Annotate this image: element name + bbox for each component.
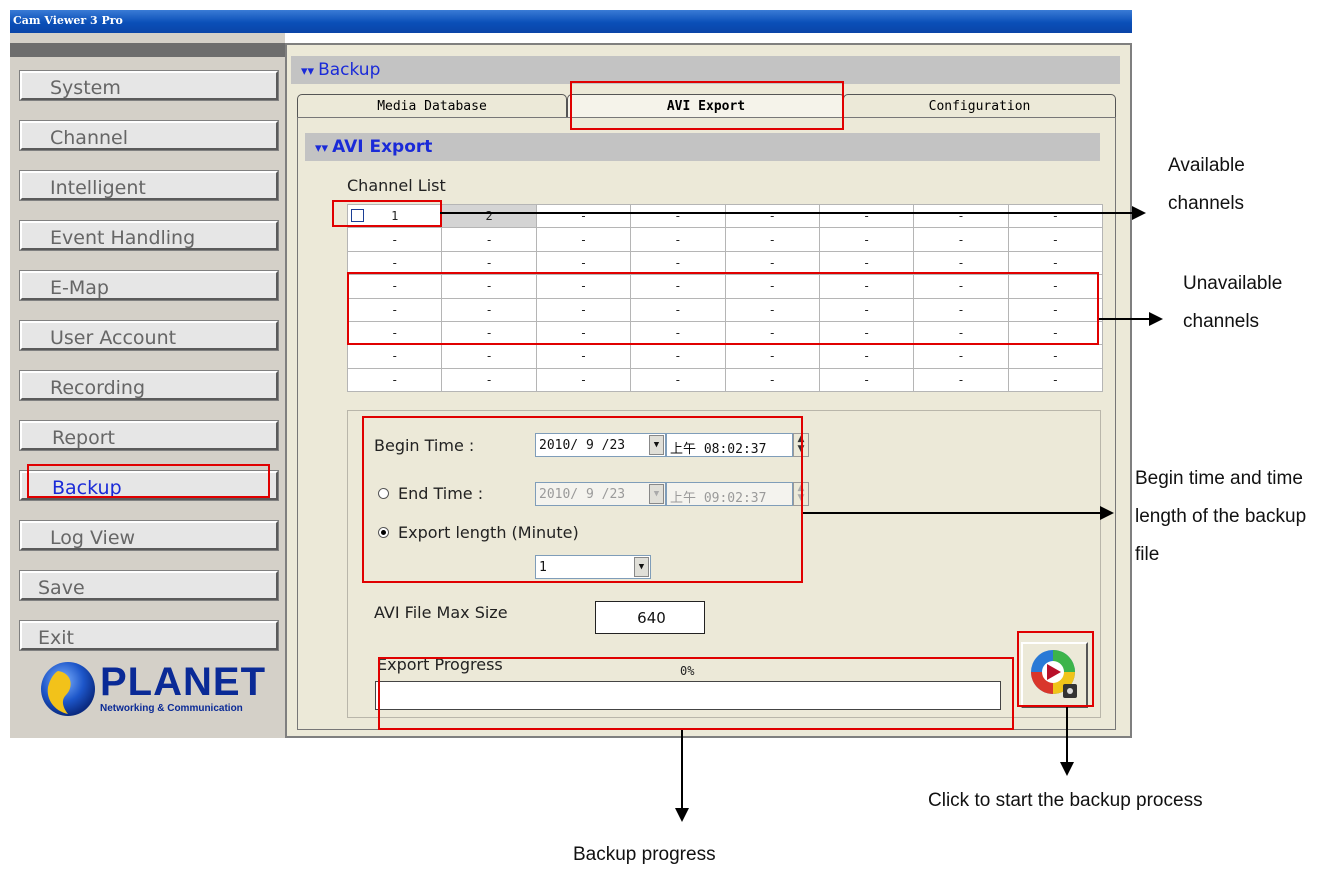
channel-row: -------- (346, 367, 1104, 393)
backup-header: ▾▾ Backup (291, 56, 1120, 84)
sidebar-item-channel[interactable]: Channel (19, 120, 279, 151)
sidebar-item-label: Channel (50, 127, 129, 149)
channel-cell[interactable]: - (630, 344, 726, 369)
section-marker-icon: ▾▾ (315, 141, 329, 156)
channel-cell[interactable]: - (535, 227, 632, 252)
channel-cell[interactable]: - (630, 227, 726, 252)
note-unavailable-channels: Unavailable channels (1183, 273, 1283, 332)
sidebar-item-label: Intelligent (50, 177, 146, 199)
tab-label: Configuration (928, 99, 1031, 114)
channel-cell[interactable]: - (913, 203, 1009, 229)
sidebar-item-label: Report (52, 427, 115, 449)
sidebar-item-system[interactable]: System (19, 70, 279, 101)
sidebar-item-label: Recording (50, 377, 146, 399)
channel-cell[interactable]: - (441, 344, 537, 369)
highlight-available-channel (332, 200, 442, 227)
section-marker-icon: ▾▾ (301, 64, 315, 79)
sidebar-item-exit[interactable]: Exit (19, 620, 279, 651)
arrow-line-start (1066, 707, 1068, 762)
sidebar-item-user-account[interactable]: User Account (19, 320, 279, 351)
channel-row: 12------ (346, 203, 1104, 229)
sidebar-item-label: Exit (38, 627, 74, 649)
channel-cell[interactable]: - (724, 344, 820, 369)
sidebar-top-strip (10, 43, 285, 57)
channel-cell[interactable]: - (724, 227, 820, 252)
sidebar-item-log-view[interactable]: Log View (19, 520, 279, 551)
channel-cell[interactable]: - (441, 227, 537, 252)
logo-brand: PLANET (100, 660, 266, 704)
sidebar-item-label: User Account (50, 327, 177, 349)
arrow-right-icon (1132, 206, 1146, 220)
tab-label: Media Database (377, 99, 487, 114)
sidebar-item-recording[interactable]: Recording (19, 370, 279, 401)
channel-cell[interactable]: - (346, 344, 443, 369)
sidebar-item-e-map[interactable]: E-Map (19, 270, 279, 301)
arrow-down-icon (675, 808, 689, 822)
planet-logo: PLANET Networking & Communication (38, 659, 268, 719)
note-backup-progress: Backup progress (573, 844, 716, 865)
sidebar: System Channel Intelligent Event Handlin… (10, 33, 285, 738)
highlight-progress (378, 657, 1014, 730)
channel-row: -------- (346, 227, 1104, 252)
sidebar-item-event-handling[interactable]: Event Handling (19, 220, 279, 251)
subsection-title: AVI Export (332, 137, 433, 157)
section-title: Backup (318, 60, 381, 80)
sidebar-item-label: System (50, 77, 121, 99)
sidebar-item-report[interactable]: Report (19, 420, 279, 451)
avi-max-size-label: AVI File Max Size (374, 603, 508, 622)
channel-cell[interactable]: - (1007, 367, 1104, 393)
avi-max-size-input[interactable]: 640 (595, 601, 705, 634)
note-time-settings: Begin time and time length of the backup… (1135, 468, 1307, 565)
note-available-channels: Available channels (1168, 155, 1245, 214)
sidebar-item-save[interactable]: Save (19, 570, 279, 601)
highlight-time-settings (362, 416, 803, 583)
window-title-bar: Cam Viewer 3 Pro (10, 10, 1132, 33)
arrow-line-time (803, 512, 1100, 514)
tab-media-database[interactable]: Media Database (297, 94, 567, 118)
channel-cell[interactable]: - (818, 203, 915, 229)
window-title: Cam Viewer 3 Pro (13, 14, 123, 27)
logo-tagline: Networking & Communication (100, 703, 243, 714)
channel-cell[interactable]: 2 (441, 203, 537, 229)
note-start-backup: Click to start the backup process (928, 790, 1203, 811)
channel-cell[interactable]: - (630, 203, 726, 229)
channel-cell[interactable]: - (818, 367, 915, 393)
sidebar-item-intelligent[interactable]: Intelligent (19, 170, 279, 201)
channel-cell[interactable]: - (724, 203, 820, 229)
channel-cell[interactable]: - (535, 203, 632, 229)
channel-row: -------- (346, 344, 1104, 369)
channel-cell[interactable]: - (913, 227, 1009, 252)
channel-cell[interactable]: - (1007, 344, 1104, 369)
sidebar-item-label: E-Map (50, 277, 109, 299)
channel-cell[interactable]: - (630, 367, 726, 393)
channel-cell[interactable]: - (724, 367, 820, 393)
sidebar-item-label: Save (38, 577, 85, 599)
channel-cell[interactable]: - (535, 367, 632, 393)
arrow-right-icon (1149, 312, 1163, 326)
arrow-down-icon (1060, 762, 1074, 776)
channel-cell[interactable]: - (818, 227, 915, 252)
channel-cell[interactable]: - (1007, 203, 1104, 229)
highlight-unavailable-channels (347, 272, 1099, 345)
channel-cell[interactable]: - (913, 344, 1009, 369)
highlight-backup-menu (27, 464, 270, 498)
arrow-line-available (440, 212, 1132, 214)
avi-export-header: ▾▾ AVI Export (305, 133, 1100, 161)
channel-cell[interactable]: - (913, 367, 1009, 393)
highlight-start-button (1017, 631, 1094, 707)
channel-cell[interactable]: - (535, 344, 632, 369)
channel-cell[interactable]: - (1007, 227, 1104, 252)
channel-cell[interactable]: - (346, 227, 443, 252)
arrow-right-icon (1100, 506, 1114, 520)
channel-cell[interactable]: - (346, 367, 443, 393)
sidebar-item-label: Event Handling (50, 227, 196, 249)
tab-configuration[interactable]: Configuration (843, 94, 1116, 118)
channel-list-label: Channel List (347, 176, 446, 195)
arrow-line-unavailable (1099, 318, 1149, 320)
highlight-avi-export-tab (570, 81, 844, 130)
arrow-line-progress (681, 730, 683, 808)
channel-cell[interactable]: - (441, 367, 537, 393)
sidebar-item-label: Log View (50, 527, 136, 549)
channel-cell[interactable]: - (818, 344, 915, 369)
